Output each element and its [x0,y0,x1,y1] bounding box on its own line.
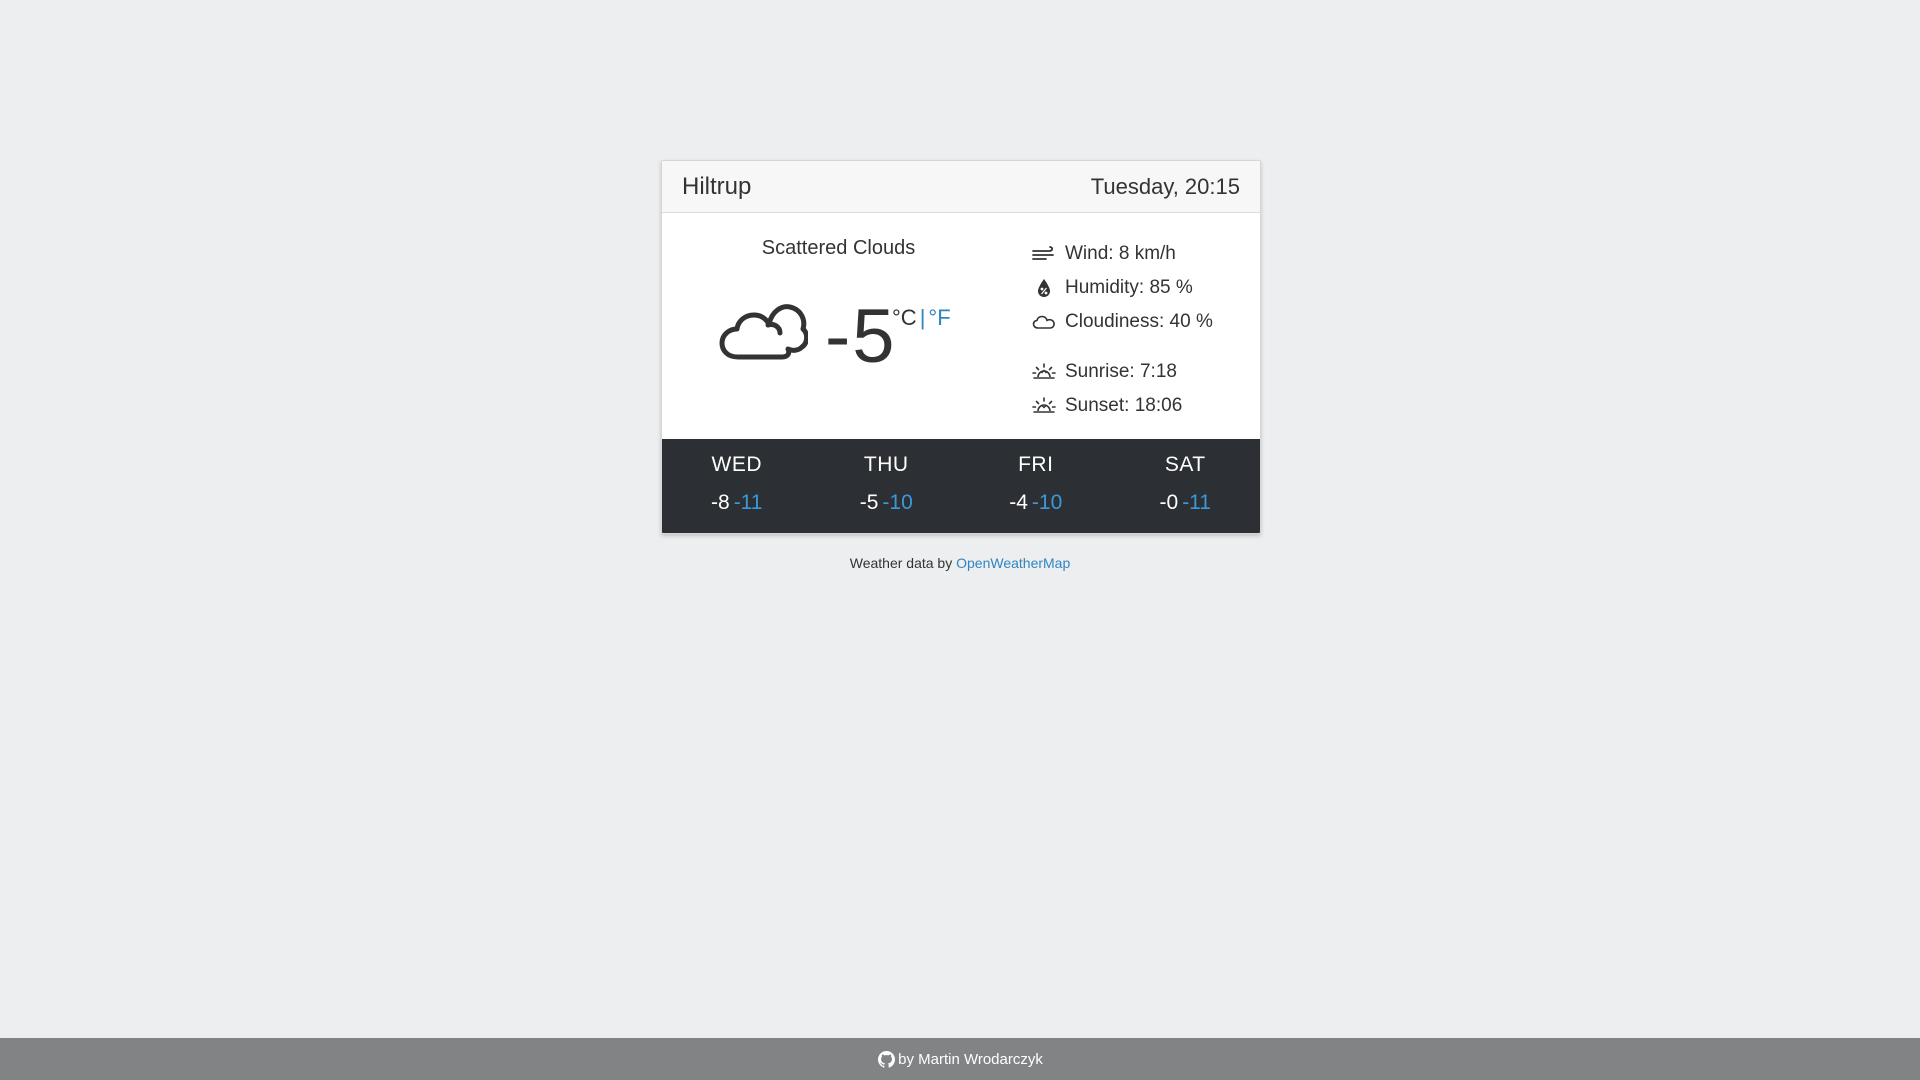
unit-separator: | [919,305,926,330]
forecast-high: -0 [1159,491,1179,514]
weather-details: Wind: 8 km/h Humidity: 85 % Cloudiness: … [1031,237,1260,423]
sunset-icon [1031,395,1057,417]
github-icon[interactable] [877,1050,895,1068]
wind-row: Wind: 8 km/h [1031,237,1260,271]
forecast-day: FRI -4 -10 [961,439,1111,533]
sunset-row: Sunset: 18:06 [1031,389,1260,423]
current-temperature: -5 [825,294,897,379]
forecast-day: THU -5 -10 [812,439,962,533]
forecast-low: -10 [882,491,913,514]
cloudiness-icon [1031,311,1057,333]
forecast-day: SAT -0 -11 [1111,439,1261,533]
current-datetime: Tuesday, 20:15 [1090,173,1240,199]
wind-label: Wind: 8 km/h [1065,243,1176,264]
page: Hiltrup Tuesday, 20:15 Scattered Clouds … [0,0,1920,1080]
forecast-low: -11 [1182,491,1211,514]
forecast-day-name: FRI [1018,453,1054,476]
city-name: Hiltrup [682,172,752,200]
condition-label: Scattered Clouds [761,237,916,259]
humidity-row: Humidity: 85 % [1031,271,1260,305]
sunrise-label: Sunrise: 7:18 [1065,361,1177,382]
current-weather: Scattered Clouds -5 °C | °F Wind: 8 km/h… [662,213,1260,439]
forecast-day: WED -8 -11 [662,439,812,533]
wind-icon [1031,243,1057,265]
humidity-icon [1031,277,1057,299]
sunrise-icon [1031,361,1057,383]
credit-prefix: Weather data by [849,555,953,571]
celsius-unit[interactable]: °C [892,305,917,330]
cloud-icon [719,304,808,360]
humidity-label: Humidity: 85 % [1065,277,1193,298]
forecast-day-name: THU [863,453,909,476]
unit-toggle: °C | °F [892,305,951,331]
forecast-temps: -0 -11 [1111,491,1261,515]
sunrise-row: Sunrise: 7:18 [1031,355,1260,389]
page-footer: by Martin Wrodarczyk [0,1038,1920,1080]
forecast-day-name: SAT [1164,453,1206,476]
forecast-temps: -8 -11 [662,491,812,515]
forecast-day-name: WED [711,453,762,476]
forecast-bar: WED -8 -11 THU -5 -10 FRI -4 -10 SAT -0 … [662,439,1260,533]
forecast-high: -4 [1009,491,1028,514]
sunset-label: Sunset: 18:06 [1065,395,1183,416]
cloudiness-row: Cloudiness: 40 % [1031,305,1260,339]
forecast-low: -10 [1031,491,1063,514]
forecast-high: -8 [711,491,730,514]
openweathermap-link[interactable]: OpenWeatherMap [956,555,1070,571]
current-summary: Scattered Clouds -5 °C | °F [662,213,1015,439]
weather-card: Hiltrup Tuesday, 20:15 Scattered Clouds … [661,160,1261,534]
cloudiness-label: Cloudiness: 40 % [1065,311,1213,332]
forecast-high: -5 [859,491,879,514]
footer-author-link[interactable]: by Martin Wrodarczyk [898,1051,1043,1068]
card-header: Hiltrup Tuesday, 20:15 [662,161,1260,213]
data-credit: Weather data by OpenWeatherMap [0,555,1920,571]
forecast-temps: -5 -10 [812,491,962,515]
forecast-low: -11 [733,491,763,514]
fahrenheit-unit[interactable]: °F [928,305,950,330]
forecast-temps: -4 -10 [961,491,1111,515]
